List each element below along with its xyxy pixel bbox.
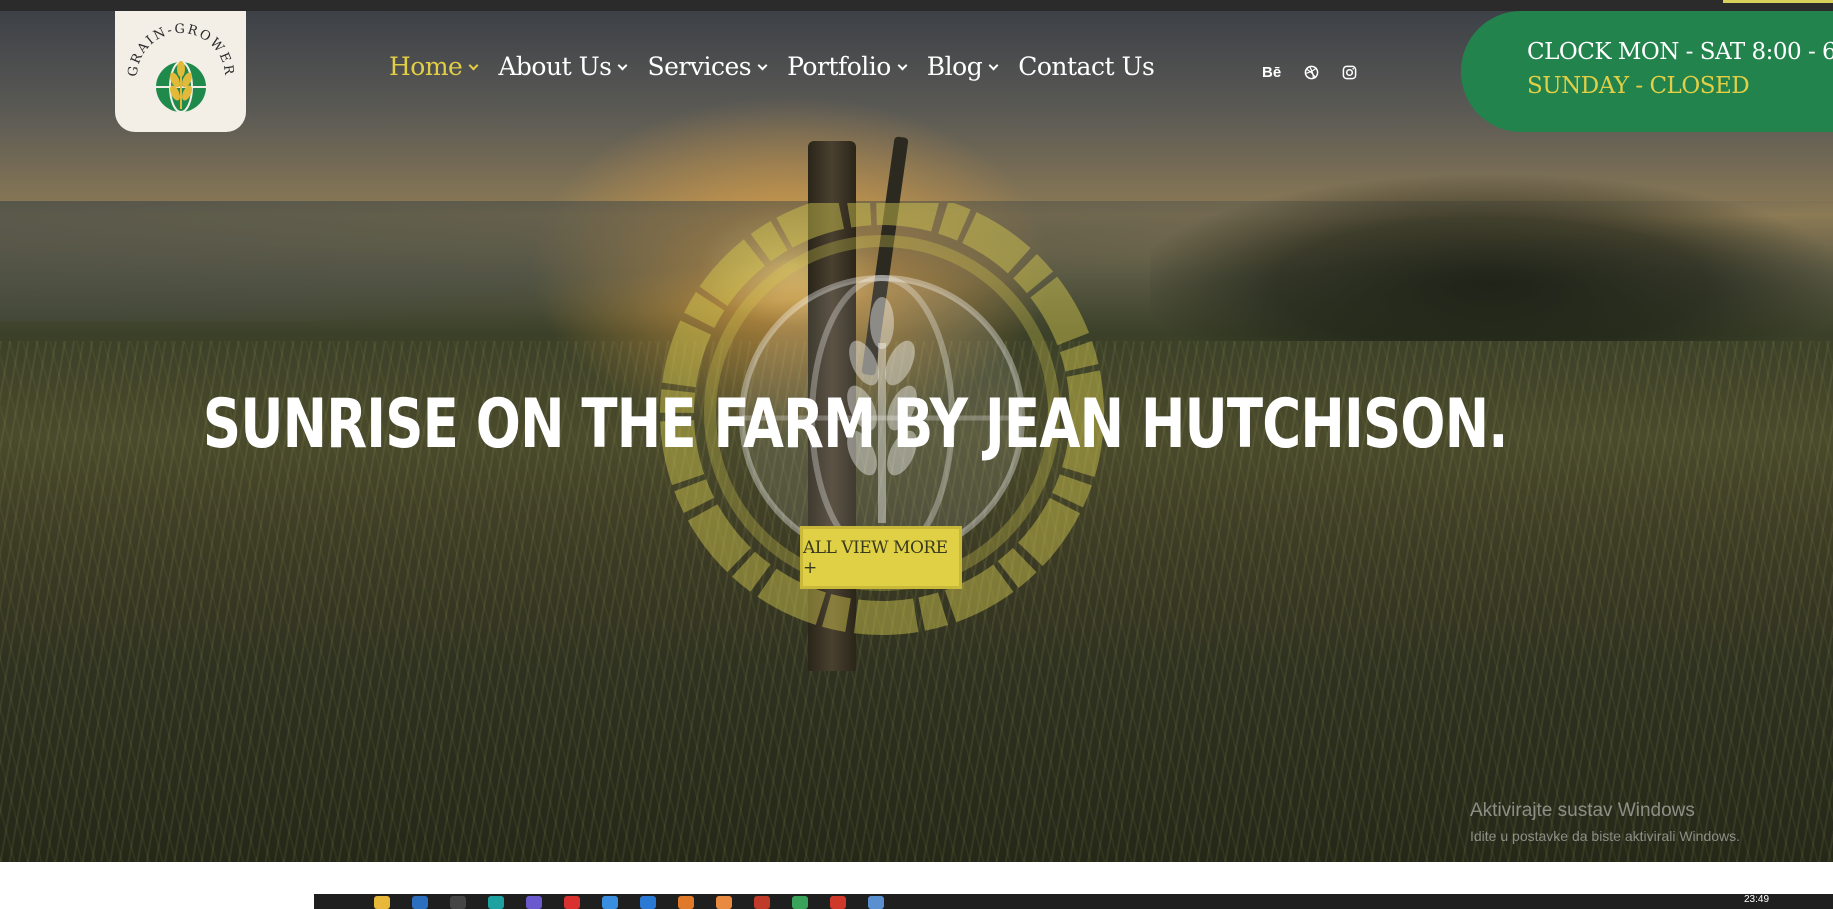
browser-top-bar — [0, 0, 1833, 11]
taskbar-app-icon[interactable] — [716, 896, 732, 909]
windows-taskbar: 23:49 — [314, 894, 1833, 909]
nav-blog-label: Blog — [926, 52, 983, 81]
nav-home-label: Home — [389, 52, 463, 81]
nav-item-services[interactable]: Services — [647, 52, 768, 81]
instagram-icon[interactable] — [1342, 62, 1357, 82]
taskbar-app-icon[interactable] — [450, 896, 466, 909]
hero-trees — [1150, 151, 1833, 341]
taskbar-clock[interactable]: 23:49 — [1744, 894, 1769, 905]
taskbar-app-icon[interactable] — [830, 896, 846, 909]
taskbar-app-icon[interactable] — [488, 896, 504, 909]
chevron-down-icon — [757, 60, 768, 71]
nav-item-blog[interactable]: Blog — [926, 52, 999, 81]
nav-services-label: Services — [647, 52, 752, 81]
behance-icon[interactable]: Bē — [1262, 62, 1281, 82]
nav-item-portfolio[interactable]: Portfolio — [787, 52, 908, 81]
taskbar-app-icon[interactable] — [640, 896, 656, 909]
hero-title: SUNRISE ON THE FARM BY JEAN HUTCHISON. — [202, 385, 1509, 464]
nav-contact-label: Contact Us — [1018, 52, 1155, 81]
top-bar-accent — [1723, 0, 1833, 3]
nav-item-about-us[interactable]: About Us — [498, 52, 628, 81]
taskbar-app-icon[interactable] — [868, 896, 884, 909]
hours-weekday: CLOCK MON - SAT 8:00 - 6:30, — [1527, 39, 1833, 65]
nav-about-label: About Us — [498, 52, 612, 81]
chevron-down-icon — [897, 60, 908, 71]
taskbar-app-icon[interactable] — [602, 896, 618, 909]
taskbar-app-icon[interactable] — [678, 896, 694, 909]
windows-activation-watermark: Aktivirajte sustav Windows Idite u posta… — [1470, 800, 1740, 844]
view-more-button[interactable]: ALL VIEW MORE + — [800, 526, 962, 589]
taskbar-app-icon[interactable] — [754, 896, 770, 909]
dribbble-icon[interactable] — [1304, 62, 1319, 82]
watermark-line-2: Idite u postavke da biste aktivirali Win… — [1470, 828, 1741, 844]
nav-item-contact-us[interactable]: Contact Us — [1018, 52, 1155, 81]
chevron-down-icon — [618, 60, 628, 71]
chevron-down-icon — [988, 60, 999, 71]
grain-grower-logo-mark: GRAIN-GROWER — [126, 22, 234, 113]
hours-sunday: SUNDAY - CLOSED — [1527, 73, 1750, 99]
taskbar-app-icon[interactable] — [526, 896, 542, 909]
taskbar-app-icon[interactable] — [412, 896, 428, 909]
taskbar-app-icon[interactable] — [792, 896, 808, 909]
taskbar-app-icon[interactable] — [374, 896, 390, 909]
taskbar-app-icon[interactable] — [564, 896, 580, 909]
chevron-down-icon — [468, 60, 479, 71]
social-links: Bē — [1262, 62, 1380, 82]
opening-hours-banner: CLOCK MON - SAT 8:00 - 6:30, SUNDAY - CL… — [1461, 11, 1833, 132]
main-nav: Home About Us Services Portfolio Blog Co… — [389, 52, 1175, 81]
watermark-line-1: Aktivirajte sustav Windows — [1470, 800, 1695, 821]
site-logo[interactable]: GRAIN-GROWER — [115, 11, 246, 132]
nav-item-home[interactable]: Home — [389, 52, 479, 81]
nav-portfolio-label: Portfolio — [787, 52, 891, 81]
